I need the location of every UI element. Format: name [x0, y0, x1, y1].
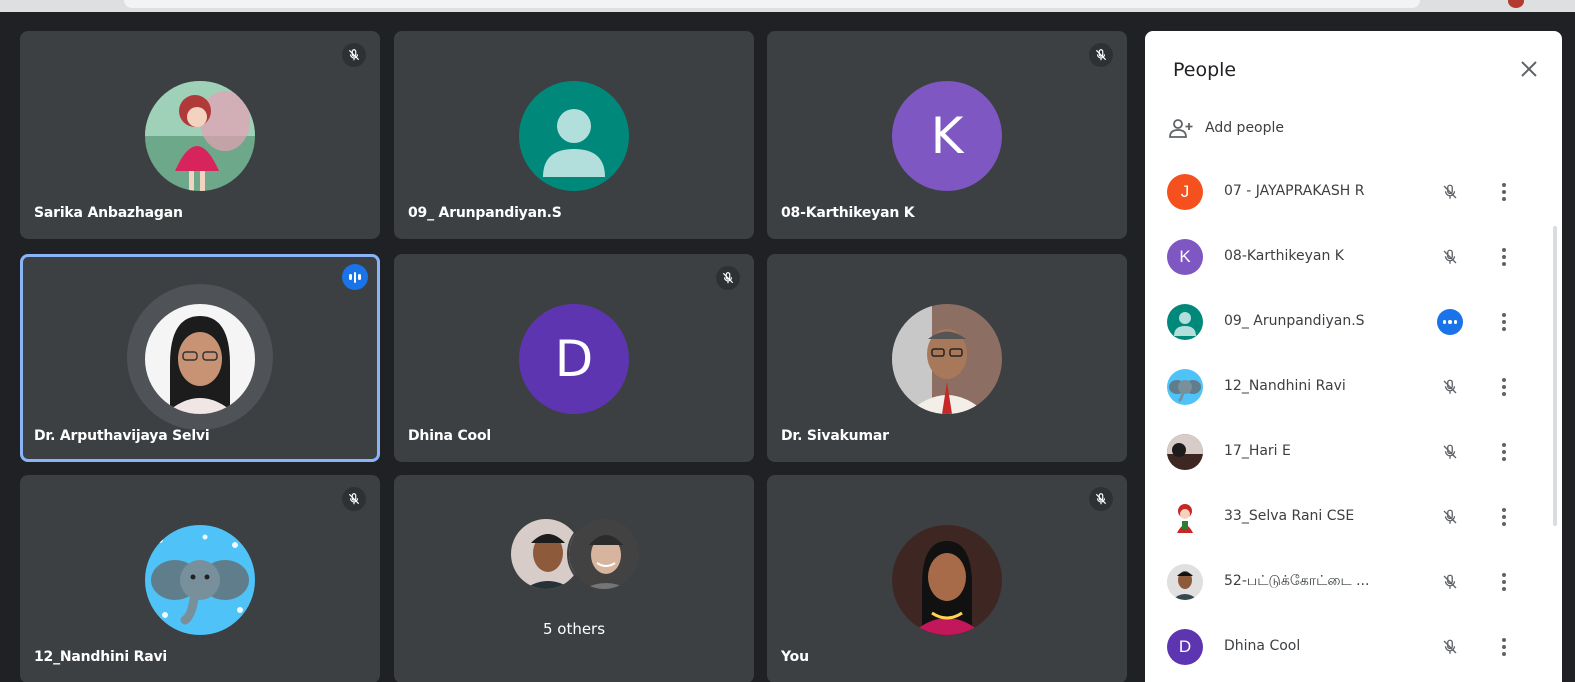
- more-options-icon[interactable]: [1491, 634, 1517, 660]
- doll-avatar: [145, 81, 255, 191]
- participant-row-name: 52-பட்டுக்கோட்டை ...: [1224, 573, 1370, 589]
- cartoon-avatar: [1167, 499, 1203, 535]
- mic-off-icon: [342, 487, 366, 511]
- participant-row-name: 12_Nandhini Ravi: [1224, 378, 1346, 394]
- close-icon[interactable]: [1517, 57, 1541, 81]
- mic-off-icon[interactable]: [1437, 244, 1463, 270]
- participant-avatar: K: [1167, 239, 1203, 275]
- participant-tile[interactable]: Dr. Sivakumar: [767, 254, 1127, 462]
- participant-name: Dhina Cool: [408, 428, 491, 444]
- participant-row[interactable]: J 07 - JAYAPRAKASH R: [1145, 162, 1562, 222]
- address-bar[interactable]: [124, 0, 1420, 8]
- others-count-label: 5 others: [542, 620, 606, 638]
- add-people-label: Add people: [1205, 120, 1285, 136]
- participant-row[interactable]: 17_Hari E: [1145, 422, 1562, 482]
- more-options-icon[interactable]: [1491, 309, 1517, 335]
- profile-photo-avatar: [892, 525, 1002, 635]
- avatar-letter: D: [554, 330, 594, 388]
- participant-name: 09_ Arunpandiyan.S: [408, 205, 562, 221]
- add-people-button[interactable]: Add people: [1169, 115, 1284, 141]
- mic-off-icon[interactable]: [1437, 569, 1463, 595]
- self-tile[interactable]: You: [767, 475, 1127, 682]
- participant-photo-avatar: [1167, 564, 1203, 600]
- people-panel-title: People: [1173, 59, 1237, 81]
- participant-photo-avatar: [1167, 434, 1203, 470]
- participant-row[interactable]: K 08-Karthikeyan K: [1145, 227, 1562, 287]
- participant-tile[interactable]: K 08-Karthikeyan K: [767, 31, 1127, 239]
- participant-row[interactable]: 33_Selva Rani CSE: [1145, 487, 1562, 547]
- more-options-icon[interactable]: [1491, 179, 1517, 205]
- avatar-letter: K: [930, 107, 964, 165]
- add-person-icon: [1169, 119, 1193, 138]
- mic-off-icon: [342, 43, 366, 67]
- participant-row[interactable]: 52-பட்டுக்கோட்டை ...: [1145, 552, 1562, 612]
- mic-off-icon[interactable]: [1437, 504, 1463, 530]
- participant-name: 12_Nandhini Ravi: [34, 649, 167, 665]
- default-person-avatar: [519, 81, 629, 191]
- participant-avatar: J: [1167, 174, 1203, 210]
- letter-avatar: K: [892, 81, 1002, 191]
- profile-icon[interactable]: [1508, 0, 1524, 8]
- participant-name: You: [781, 649, 809, 665]
- elephant-avatar: [1167, 369, 1203, 405]
- more-options-icon[interactable]: [1491, 569, 1517, 595]
- more-options-icon[interactable]: [1491, 504, 1517, 530]
- participant-tile-speaking[interactable]: Dr. Arputhavijaya Selvi: [20, 254, 380, 462]
- mic-off-icon: [716, 266, 740, 290]
- participant-row-name: Dhina Cool: [1224, 638, 1301, 654]
- mic-off-icon: [1089, 43, 1113, 67]
- more-status-icon[interactable]: [1437, 309, 1463, 335]
- participant-name: Dr. Arputhavijaya Selvi: [34, 428, 210, 444]
- mic-off-icon[interactable]: [1437, 634, 1463, 660]
- elephant-avatar: [145, 525, 255, 635]
- letter-avatar: D: [519, 304, 629, 414]
- participant-tile[interactable]: Sarika Anbazhagan: [20, 31, 380, 239]
- people-panel: People Add people J 07 - JAYAPRAKASH R K…: [1145, 31, 1562, 682]
- participant-name: Dr. Sivakumar: [781, 428, 889, 444]
- others-avatars: [499, 517, 649, 597]
- participant-name: Sarika Anbazhagan: [34, 205, 183, 221]
- mic-off-icon[interactable]: [1437, 179, 1463, 205]
- more-options-icon[interactable]: [1491, 439, 1517, 465]
- more-options-icon[interactable]: [1491, 244, 1517, 270]
- browser-top-strip: [0, 0, 1575, 12]
- others-tile[interactable]: 5 others: [394, 475, 754, 682]
- profile-photo-avatar: [892, 304, 1002, 414]
- mic-off-icon[interactable]: [1437, 374, 1463, 400]
- participant-row-name: 08-Karthikeyan K: [1224, 248, 1344, 264]
- speaking-icon: [342, 264, 368, 290]
- default-person-avatar: [1167, 304, 1203, 340]
- participant-row[interactable]: 09_ Arunpandiyan.S: [1145, 292, 1562, 352]
- participant-name: 08-Karthikeyan K: [781, 205, 915, 221]
- participant-row-name: 09_ Arunpandiyan.S: [1224, 313, 1365, 329]
- participant-avatar: D: [1167, 629, 1203, 665]
- more-options-icon[interactable]: [1491, 374, 1517, 400]
- participant-tile[interactable]: 09_ Arunpandiyan.S: [394, 31, 754, 239]
- participant-tile[interactable]: 12_Nandhini Ravi: [20, 475, 380, 682]
- participant-row[interactable]: 12_Nandhini Ravi: [1145, 357, 1562, 417]
- participant-row[interactable]: D Dhina Cool: [1145, 617, 1562, 677]
- profile-photo-avatar: [145, 304, 255, 414]
- participant-row-name: 07 - JAYAPRAKASH R: [1224, 183, 1365, 199]
- others-avatar-photo: [567, 517, 641, 591]
- participant-row-name: 33_Selva Rani CSE: [1224, 508, 1355, 524]
- participant-row-name: 17_Hari E: [1224, 443, 1291, 459]
- mic-off-icon[interactable]: [1437, 439, 1463, 465]
- mic-off-icon: [1089, 487, 1113, 511]
- participant-tile[interactable]: D Dhina Cool: [394, 254, 754, 462]
